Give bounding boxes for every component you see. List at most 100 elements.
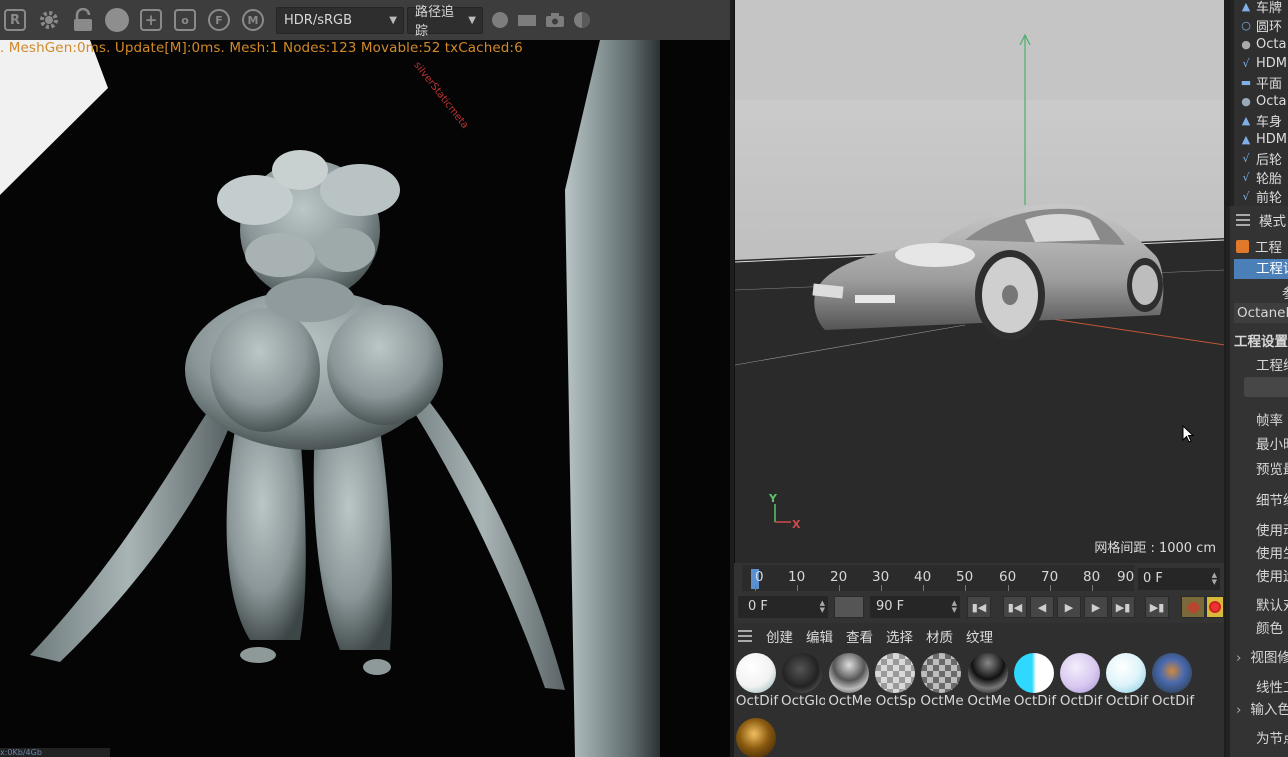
camera-icon[interactable] — [545, 11, 565, 29]
render-canvas — [0, 40, 660, 757]
next-frame-button[interactable]: ▶ — [1084, 596, 1108, 618]
tab-reference[interactable]: 参考 — [1282, 282, 1288, 302]
mode-menu[interactable]: 模式 — [1259, 210, 1286, 230]
hamburger-icon[interactable] — [1236, 214, 1250, 226]
record-dot-icon[interactable] — [491, 11, 509, 29]
lock-icon[interactable] — [70, 7, 96, 33]
plank-prop — [565, 40, 660, 757]
object-row[interactable]: ▲ 车身 — [1240, 111, 1282, 130]
attr-label: 帧率 — [1256, 413, 1283, 429]
null-icon: ▲ — [1241, 0, 1251, 13]
object-row[interactable]: √ 轮胎 — [1240, 168, 1282, 187]
material-swatch[interactable]: OctDif — [1151, 653, 1195, 713]
current-frame-field[interactable]: 0 F ▲ ▼ — [1138, 568, 1220, 590]
hamburger-icon[interactable] — [738, 630, 752, 642]
half-sphere-icon[interactable] — [573, 11, 591, 29]
material-label: OctGlo — [781, 693, 825, 709]
material-swatch[interactable]: OctDif — [1105, 653, 1148, 713]
object-row[interactable]: ○ 圆环 — [1240, 16, 1282, 35]
lock-object-icon[interactable]: o — [172, 7, 198, 33]
object-row[interactable]: ▬ 平面 — [1240, 73, 1282, 92]
object-row[interactable]: ▲ 车牌 — [1240, 0, 1282, 16]
menu-view[interactable]: 查看 — [846, 626, 873, 646]
color-space-select[interactable]: HDR/sRGB ▼ — [276, 6, 404, 34]
m-circle-icon[interactable]: M — [240, 7, 266, 33]
range-slider-handle[interactable] — [834, 596, 864, 618]
editor-viewport[interactable]: Y X 网格间距 : 1000 cm — [734, 0, 1224, 563]
go-end-button[interactable]: ▶▮ — [1145, 596, 1169, 618]
play-button[interactable]: ▶ — [1057, 596, 1081, 618]
material-swatch[interactable]: OctMe — [920, 653, 964, 713]
next-key-button[interactable]: ▶▮ — [1111, 596, 1135, 618]
object-row[interactable]: √ 前轮 — [1240, 187, 1282, 206]
menu-texture[interactable]: 纹理 — [966, 626, 993, 646]
menu-create[interactable]: 创建 — [766, 626, 793, 646]
attr-label: 线性工 — [1256, 680, 1288, 696]
material-label: OctMe — [828, 693, 872, 709]
spline-icon: √ — [1242, 190, 1250, 203]
chevron-right-icon: › — [1236, 650, 1242, 666]
material-swatch[interactable]: OctMe — [828, 653, 872, 713]
material-label: OctMe — [967, 693, 1011, 709]
object-row[interactable]: ▲ HDM — [1240, 130, 1287, 149]
menu-select[interactable]: 选择 — [886, 626, 913, 646]
object-row[interactable]: ● Octa — [1240, 35, 1286, 54]
settings-gear-icon[interactable] — [36, 7, 62, 33]
tab-octane[interactable]: OctaneR — [1234, 303, 1288, 323]
frame-ruler[interactable]: 0 10 20 30 40 50 60 70 80 90 — [742, 565, 1134, 591]
tick-label: 80 — [1083, 569, 1101, 585]
attr-menu-row: 模式 — [1236, 210, 1286, 230]
material-swatch[interactable]: OctDif — [1059, 653, 1103, 713]
go-start-button[interactable]: ▮◀ — [967, 596, 991, 618]
region-render-icon[interactable]: R — [2, 7, 28, 33]
material-swatch[interactable] — [735, 718, 777, 757]
material-swatch[interactable]: OctSp — [874, 653, 916, 713]
end-frame-field[interactable]: 90 F ▲ ▼ — [870, 596, 960, 618]
record-button[interactable] — [1181, 596, 1205, 618]
chevron-right-icon: › — [1236, 702, 1242, 718]
material-label: OctSp — [875, 693, 917, 709]
timeline-panel: 0 10 20 30 40 50 60 70 80 90 0 F ▲ ▼ 0 F ▲ ▼… — [734, 563, 1224, 623]
material-swatch[interactable]: OctGlo — [781, 653, 825, 713]
film-icon[interactable] — [517, 11, 537, 29]
kernel-select[interactable]: 路径追踪 ▼ — [407, 5, 483, 39]
material-label: OctDif — [1059, 693, 1103, 709]
prev-key-button[interactable]: ▮◀ — [1003, 596, 1027, 618]
material-preview — [921, 653, 961, 693]
object-row[interactable]: √ HDM — [1240, 54, 1287, 73]
start-frame-field[interactable]: 0 F ▲ ▼ — [738, 596, 828, 618]
material-preview — [736, 653, 776, 693]
tick-label: 20 — [830, 569, 848, 585]
material-swatch[interactable]: OctMe — [967, 653, 1011, 713]
material-preview — [736, 718, 776, 757]
project-scale-field[interactable] — [1244, 377, 1288, 397]
menu-material[interactable]: 材质 — [926, 626, 953, 646]
attr-label: 工程缩 — [1256, 358, 1288, 374]
object-row[interactable]: ● Octa — [1240, 92, 1286, 111]
attr-label: 最小时 — [1256, 437, 1288, 453]
material-preview — [829, 653, 869, 693]
prev-frame-button[interactable]: ◀ — [1030, 596, 1054, 618]
tick-label: 30 — [872, 569, 890, 585]
add-icon[interactable]: + — [138, 7, 164, 33]
input-color-group[interactable]: › 输入色 — [1236, 698, 1288, 718]
project-row[interactable]: 工程 — [1236, 236, 1282, 256]
material-label: OctDif — [1151, 693, 1195, 709]
viewport-correction-group[interactable]: › 视图修 — [1236, 646, 1288, 666]
menu-edit[interactable]: 编辑 — [806, 626, 833, 646]
tick-label: 90 — [1117, 569, 1135, 585]
tick-label: 70 — [1041, 569, 1059, 585]
object-row[interactable]: √ 后轮 — [1240, 149, 1282, 168]
tab-project-settings[interactable]: 工程设 — [1234, 259, 1288, 279]
f-circle-icon[interactable]: F — [206, 7, 232, 33]
material-preview — [875, 653, 915, 693]
left-leg — [226, 430, 306, 640]
material-swatch[interactable]: OctDif — [735, 653, 778, 713]
material-preview — [968, 653, 1008, 693]
material-swatch[interactable]: OctDif — [1013, 653, 1056, 713]
autokey-button[interactable] — [1206, 596, 1224, 618]
sky-icon: ● — [1241, 95, 1251, 108]
sphere-icon[interactable] — [104, 7, 130, 33]
tick-label: 10 — [788, 569, 806, 585]
octane-live-viewer[interactable]: R + o F M HDR/sRGB ▼ 路径追踪 ▼ . MeshGen:0ms. — [0, 0, 730, 757]
